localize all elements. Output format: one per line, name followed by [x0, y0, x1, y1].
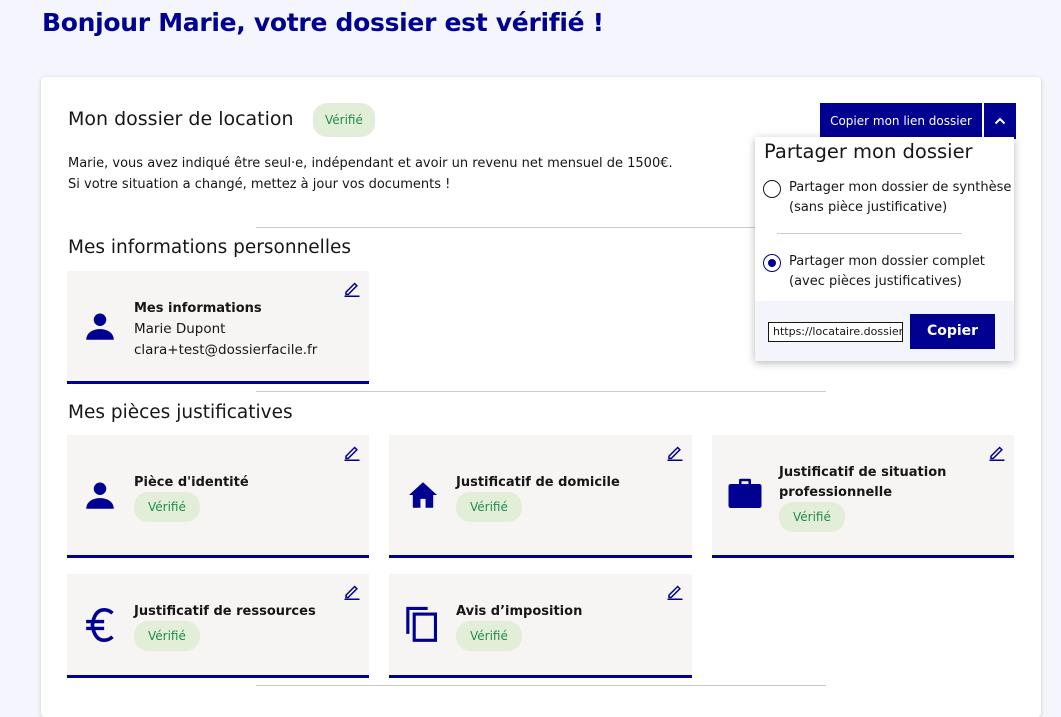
- user-name: Marie Dupont: [134, 321, 226, 337]
- user-email: clara+test@dossierfacile.fr: [134, 342, 318, 358]
- edit-pencil-icon[interactable]: [988, 443, 1006, 461]
- document-title: Pièce d'identité: [134, 475, 249, 490]
- dossier-status-badge: Vérifié: [313, 103, 375, 137]
- personal-section-title: Mes informations personnelles: [68, 237, 351, 258]
- page-greeting: Bonjour Marie, votre dossier est vérifié…: [42, 8, 604, 37]
- option-label-line-1: Partager mon dossier de synthèse: [789, 180, 1012, 195]
- share-dropdown: Partager mon dossier Partager mon dossie…: [755, 137, 1014, 361]
- edit-pencil-icon[interactable]: [666, 443, 684, 461]
- share-option-summary-label: Partager mon dossier de synthèse (sans p…: [789, 178, 1019, 218]
- chevron-up-icon: [994, 117, 1006, 125]
- dropdown-divider: [777, 233, 962, 234]
- intro-line-1: Marie, vous avez indiqué être seul·e, in…: [68, 156, 673, 171]
- share-dropdown-toggle[interactable]: [983, 103, 1016, 139]
- document-card-resources: Justificatif de ressources Vérifié: [67, 574, 369, 678]
- dossier-title: Mon dossier de location: [68, 108, 294, 130]
- document-card-tax: Avis d’imposition Vérifié: [389, 574, 692, 678]
- divider: [256, 391, 826, 392]
- document-status-badge: Vérifié: [779, 502, 845, 532]
- document-title: Justificatif de ressources: [134, 604, 316, 619]
- document-card-identity: Pièce d'identité Vérifié: [67, 435, 369, 558]
- document-status-badge: Vérifié: [134, 621, 200, 651]
- radio-button-selected[interactable]: [763, 254, 781, 272]
- document-status-badge: Vérifié: [456, 492, 522, 522]
- document-card-professional: Justificatif de situation professionnell…: [712, 435, 1014, 558]
- person-icon: [86, 482, 114, 509]
- card-title: Mes informations: [134, 301, 262, 316]
- copy-link-button[interactable]: Copier mon lien dossier: [820, 103, 982, 139]
- document-status-badge: Vérifié: [134, 492, 200, 522]
- intro-line-2: Si votre situation a changé, mettez à jo…: [68, 177, 451, 192]
- briefcase-icon: [728, 478, 762, 508]
- option-label-line-2: (avec pièces justificatives): [789, 274, 962, 289]
- option-label-line-2: (sans pièce justificative): [789, 200, 948, 215]
- option-label-line-1: Partager mon dossier complet: [789, 254, 985, 269]
- share-link-input[interactable]: https://locataire.dossierfacile: [768, 322, 903, 342]
- share-link-footer: https://locataire.dossierfacile Copier: [755, 301, 1014, 361]
- documents-section-title: Mes pièces justificatives: [68, 402, 293, 423]
- home-icon: [409, 482, 437, 508]
- divider: [256, 227, 826, 228]
- edit-pencil-icon[interactable]: [666, 582, 684, 600]
- document-title-line-1: Justificatif de situation: [779, 465, 947, 480]
- copy-button[interactable]: Copier: [910, 314, 995, 349]
- document-title: Avis d’imposition: [456, 604, 583, 619]
- radio-button[interactable]: [763, 180, 781, 198]
- euro-icon: [86, 607, 114, 643]
- copy-documents-icon: [406, 606, 438, 642]
- dossier-intro: Marie, vous avez indiqué être seul·e, in…: [68, 153, 673, 195]
- edit-pencil-icon[interactable]: [343, 443, 361, 461]
- document-title: Justificatif de domicile: [456, 475, 620, 490]
- document-title-line-2: professionnelle: [779, 485, 893, 500]
- share-option-full-label: Partager mon dossier complet (avec pièce…: [789, 252, 1019, 292]
- personal-info-card: Mes informations Marie Dupont clara+test…: [67, 271, 369, 384]
- person-icon: [86, 313, 114, 340]
- share-dropdown-title: Partager mon dossier: [764, 140, 973, 163]
- divider: [256, 685, 826, 686]
- document-card-domicile: Justificatif de domicile Vérifié: [389, 435, 692, 558]
- document-status-badge: Vérifié: [456, 621, 522, 651]
- edit-pencil-icon[interactable]: [343, 582, 361, 600]
- edit-pencil-icon[interactable]: [343, 279, 361, 297]
